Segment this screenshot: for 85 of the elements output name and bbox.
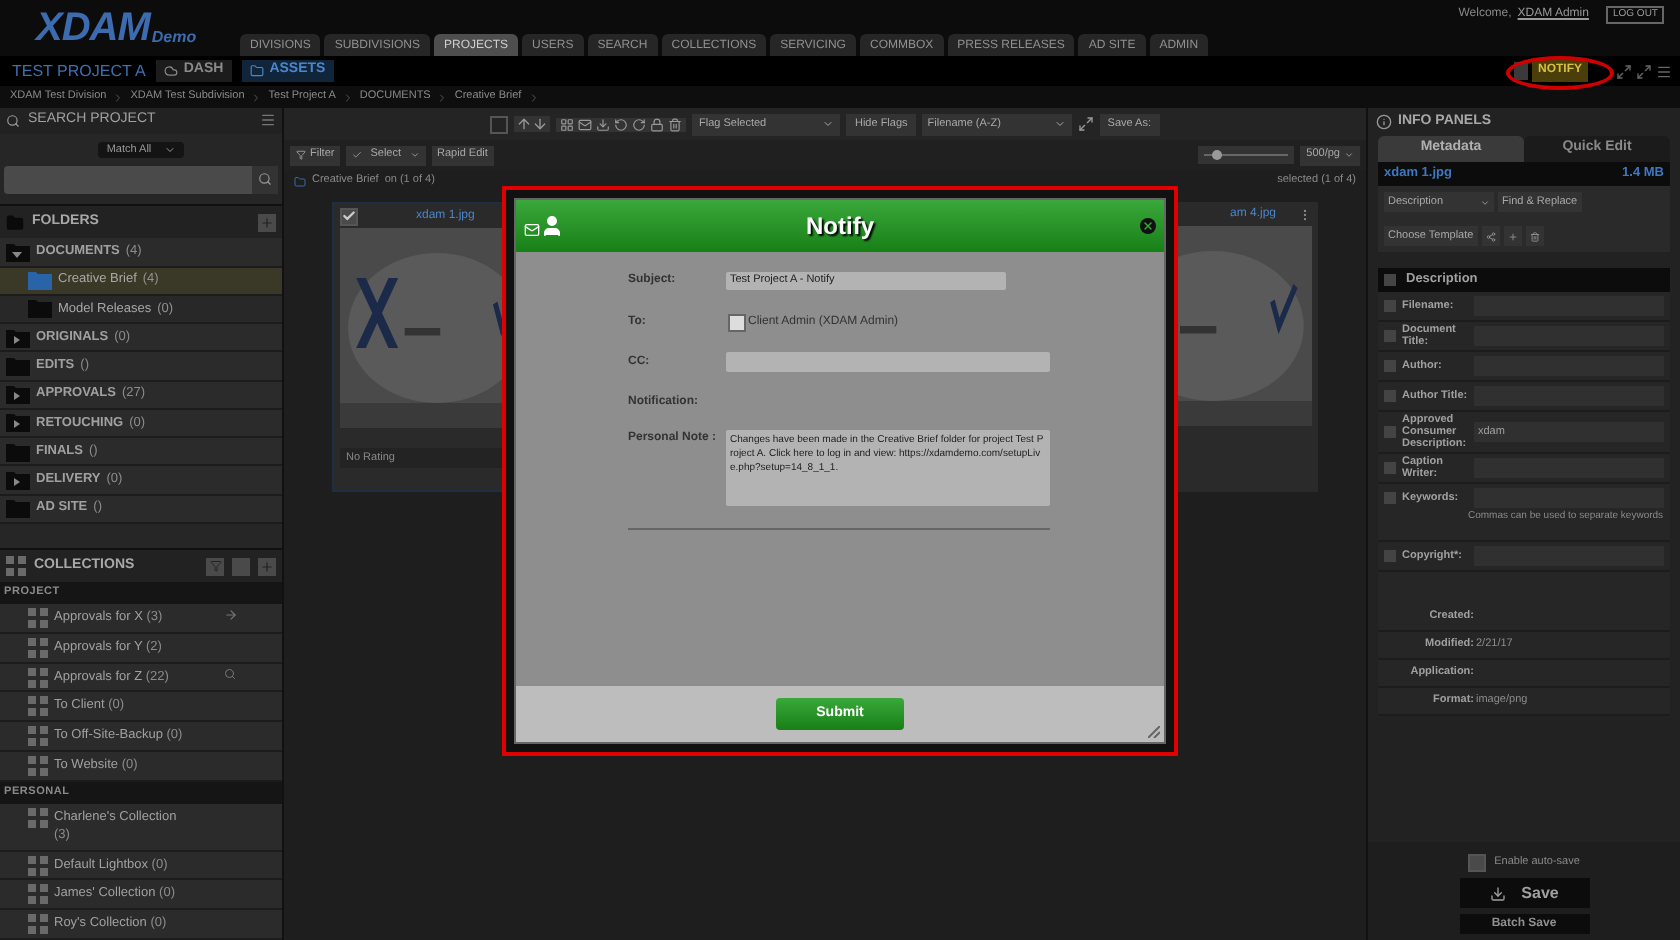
move-down-icon[interactable] (532, 116, 549, 132)
recipient-checkbox[interactable] (728, 314, 746, 332)
arrow-icon (224, 607, 238, 622)
grid-icon (28, 726, 48, 747)
lock-icon[interactable] (650, 117, 665, 131)
highlight-ellipse (1506, 56, 1614, 90)
field-checkbox[interactable] (1384, 300, 1396, 312)
add-folder-button[interactable] (258, 213, 276, 232)
chevron-icon (341, 91, 354, 103)
close-button[interactable] (1140, 218, 1156, 234)
fit-icon[interactable] (1077, 116, 1094, 132)
move-up-icon[interactable] (516, 116, 533, 132)
grid-icon (28, 914, 48, 935)
collections-icon (6, 556, 26, 577)
search-icon (224, 667, 236, 680)
menu-icon[interactable] (260, 112, 276, 129)
asset-checkbox[interactable] (340, 207, 358, 225)
filter-button[interactable] (206, 557, 224, 576)
chevron-icon (250, 91, 263, 103)
grid-icon[interactable] (560, 117, 575, 131)
add-collection-button[interactable] (258, 557, 276, 576)
search-field[interactable] (4, 165, 252, 194)
slider-thumb[interactable] (1211, 150, 1222, 160)
cloud-icon (163, 64, 178, 78)
folder-icon (249, 64, 264, 78)
field-checkbox[interactable] (1384, 462, 1396, 474)
save-button[interactable]: Save (1459, 878, 1589, 908)
field-checkbox[interactable] (1384, 330, 1396, 342)
mail-icon[interactable] (578, 117, 593, 131)
caret-icon (409, 150, 420, 160)
caret-icon (1053, 118, 1066, 130)
caret-icon (1344, 150, 1354, 160)
add-button[interactable] (1503, 226, 1522, 246)
resize-grip-icon[interactable] (1148, 726, 1160, 738)
download-icon (1489, 885, 1506, 901)
zoom-slider[interactable] (1198, 146, 1295, 164)
grid-icon (28, 855, 48, 876)
chevron-icon (112, 91, 125, 103)
grid-icon (28, 667, 48, 688)
grid-icon (28, 807, 48, 827)
caret-icon (163, 143, 176, 156)
folder-icon (6, 213, 24, 232)
panel-icon[interactable] (1656, 63, 1672, 79)
grid-icon (28, 884, 48, 905)
trash-icon[interactable] (668, 117, 683, 131)
field-checkbox[interactable] (1384, 550, 1396, 562)
expand-icon[interactable] (1636, 63, 1652, 79)
autosave-checkbox[interactable] (1468, 854, 1487, 872)
grid-icon (28, 607, 48, 628)
caret-icon (1480, 197, 1490, 207)
field-checkbox[interactable] (1384, 492, 1396, 504)
cc-field[interactable] (726, 352, 1050, 372)
rotate-left-icon[interactable] (614, 117, 629, 131)
caret-icon (822, 118, 835, 130)
chevron-icon (436, 91, 449, 103)
share-icon (1485, 231, 1496, 241)
share-button[interactable] (1481, 226, 1500, 246)
toolbar-icon[interactable] (490, 115, 509, 133)
project-title: TEST PROJECT A (12, 59, 146, 83)
search-icon (6, 113, 20, 128)
plus-icon (260, 215, 274, 230)
logo-subtitle: Demo (151, 28, 197, 50)
field-checkbox[interactable] (1384, 390, 1396, 402)
download-icon[interactable] (596, 117, 611, 131)
dialog-title: Notify (806, 210, 874, 244)
grid-icon (28, 755, 48, 776)
chevron-icon (527, 91, 540, 103)
search-button[interactable] (252, 165, 278, 194)
grid-icon (28, 696, 48, 717)
plus-icon (260, 559, 274, 574)
search-icon (258, 172, 272, 187)
info-icon (1376, 114, 1392, 130)
delete-button[interactable] (1525, 226, 1544, 246)
filter-icon (209, 560, 221, 573)
folder-icon (294, 175, 306, 187)
trash-icon (1529, 231, 1540, 241)
field-checkbox[interactable] (1384, 426, 1396, 438)
grid-icon (28, 637, 48, 658)
rotate-right-icon[interactable] (632, 117, 647, 131)
section-checkbox[interactable] (1384, 274, 1396, 286)
logo: XDAM (36, 8, 150, 48)
check-icon (352, 150, 363, 160)
filter-icon (296, 150, 306, 160)
field-checkbox[interactable] (1384, 360, 1396, 372)
plus-icon (1507, 231, 1518, 241)
